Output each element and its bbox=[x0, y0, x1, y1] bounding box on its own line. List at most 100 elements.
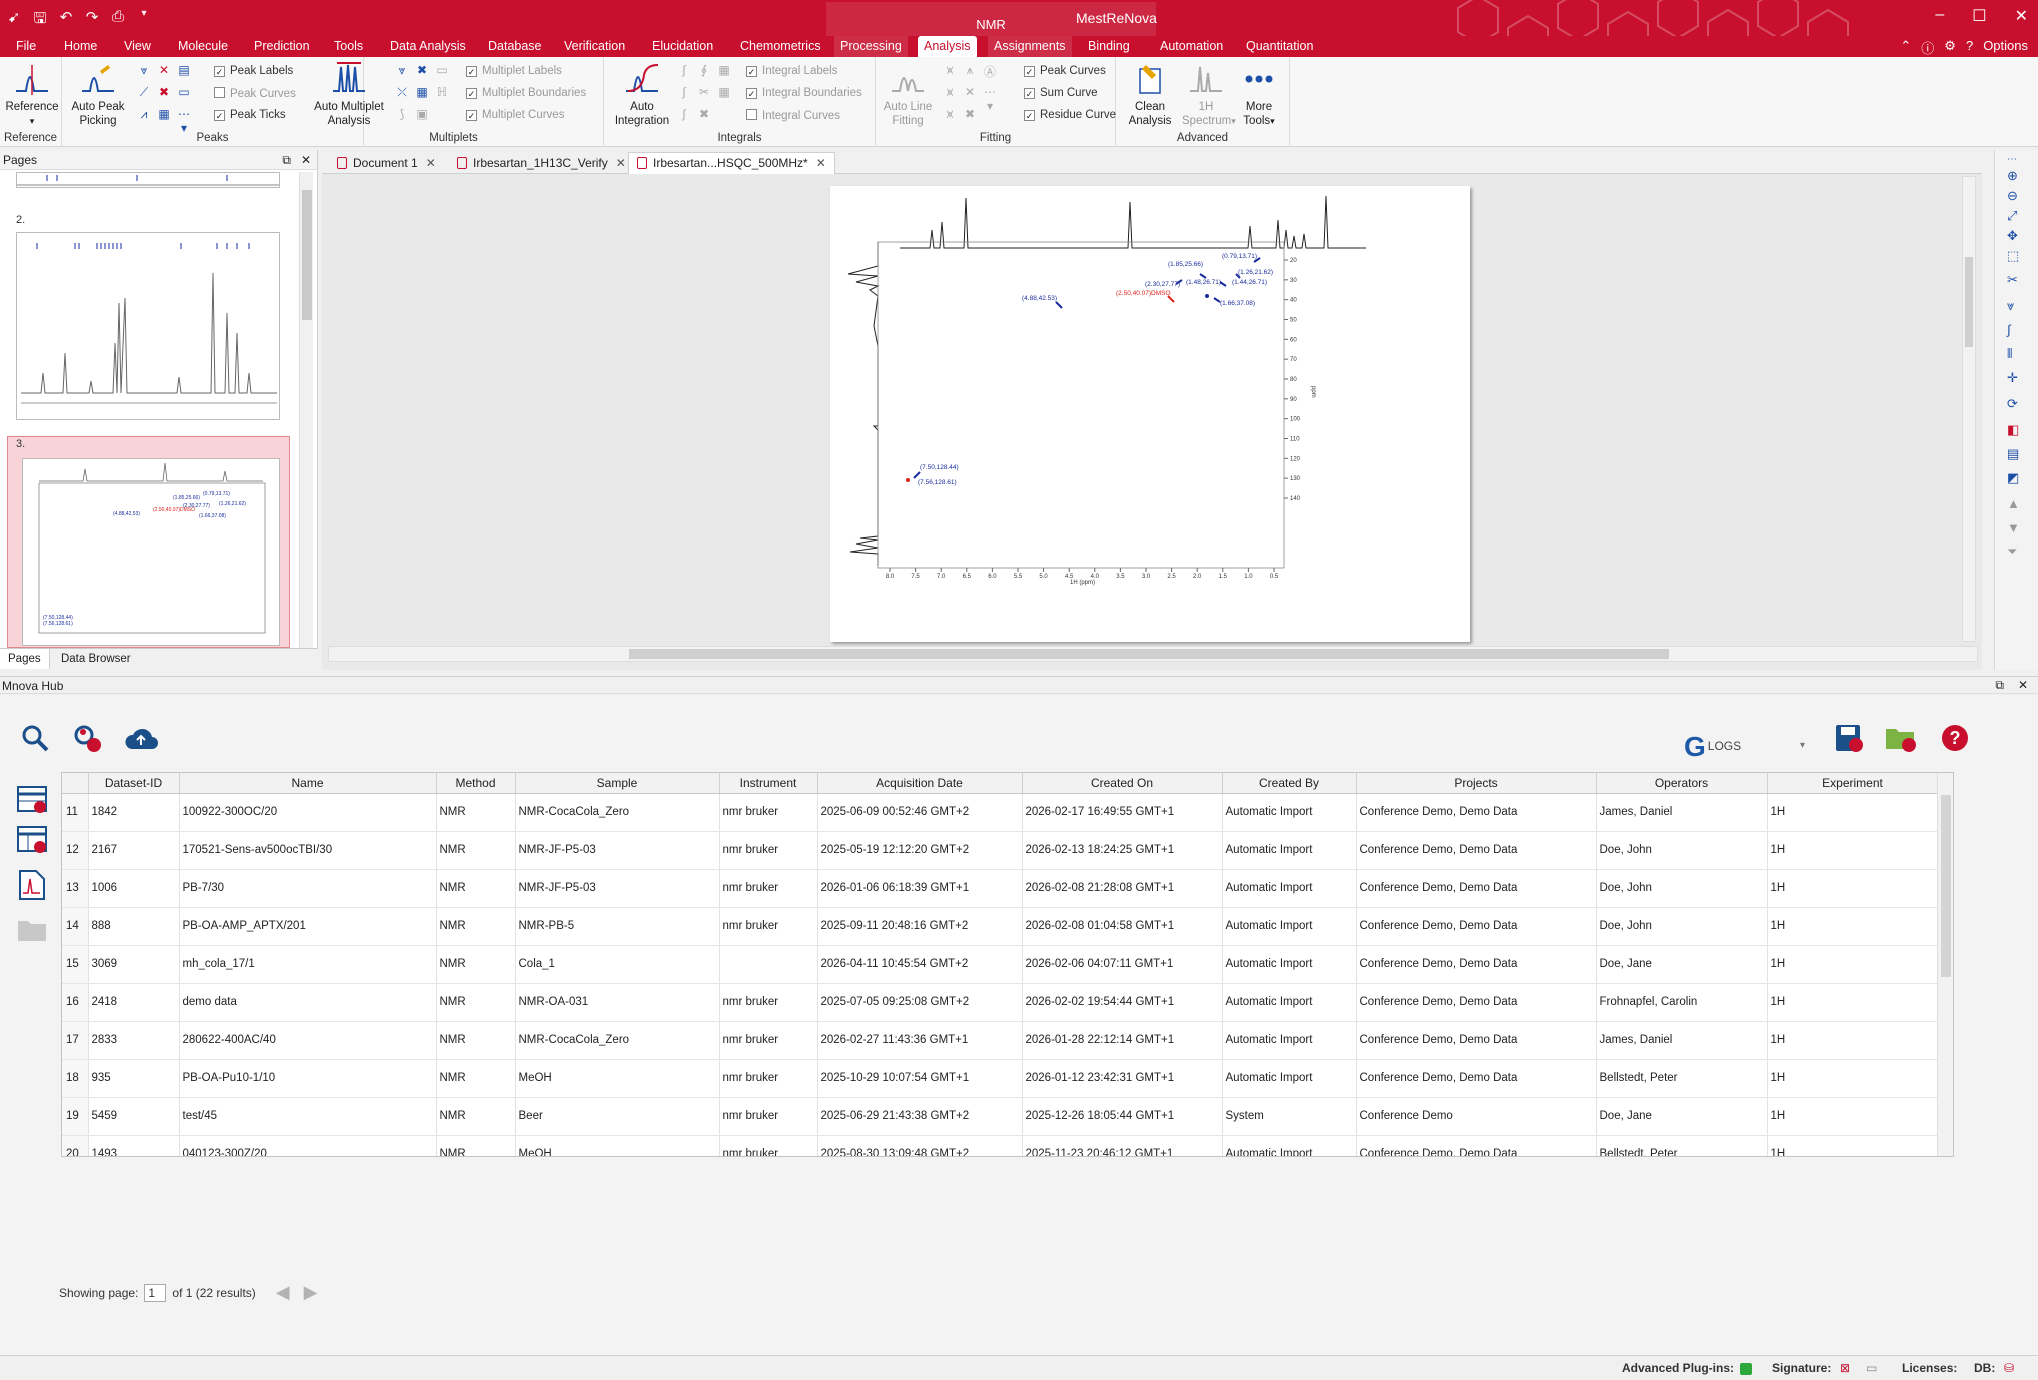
peak-label[interactable]: (7.50,128.44) bbox=[920, 464, 959, 471]
close-tab-icon[interactable]: ✕ bbox=[426, 156, 436, 170]
peak-type-icon[interactable]: ⩘ bbox=[134, 107, 154, 129]
tab-elucidation[interactable]: Elucidation bbox=[646, 36, 719, 57]
tab-chemometrics[interactable]: Chemometrics bbox=[734, 36, 827, 57]
manual-multiplet-icon[interactable]: ⩔ bbox=[392, 63, 412, 85]
next-page-arrow-icon[interactable]: ▶ bbox=[304, 1282, 318, 1303]
hsqc-spectrum-plot[interactable]: 20 30 40 50 60 70 80 90 100 110 120 130 140 8.0 7.5 7.… bbox=[830, 186, 1470, 642]
previous-page-arrow-icon[interactable]: ◀ bbox=[276, 1282, 290, 1303]
multiplet-table-icon[interactable]: ▦ bbox=[412, 85, 432, 107]
peak-label[interactable]: (4.88,42.53) bbox=[1022, 295, 1057, 302]
peak-list-icon[interactable]: ▭ bbox=[174, 85, 194, 107]
table-row[interactable]: 20 1493 040123-300Z/20 NMR MeOH nmr bruker 202… bbox=[62, 1135, 1939, 1156]
document-vscroll-thumb[interactable] bbox=[1965, 257, 1973, 347]
integral-boundaries-checkbox[interactable]: ✓ Integral Boundaries bbox=[746, 87, 862, 99]
peak-label[interactable]: (0.79,13.71) bbox=[1222, 253, 1257, 260]
save-settings-icon[interactable] bbox=[1832, 721, 1866, 755]
integral-cut-icon[interactable]: ∫ bbox=[674, 85, 694, 107]
integral-table-icon[interactable]: ▦ bbox=[714, 63, 734, 85]
close-tab-icon[interactable]: ✕ bbox=[616, 156, 626, 170]
crosshair-icon[interactable]: ✛ bbox=[2007, 370, 2018, 386]
tab-quantitation[interactable]: Quantitation bbox=[1240, 36, 1319, 57]
tab-home[interactable]: Home bbox=[58, 36, 103, 57]
column-header-projects[interactable]: Projects bbox=[1356, 773, 1597, 794]
peak-tool-icon[interactable]: ⩔ bbox=[2007, 298, 2014, 314]
table-row[interactable]: 14 888 PB-OA-AMP_APTX/201 NMR NMR-PB-5 nmr br… bbox=[62, 907, 1939, 946]
zoom-in-icon[interactable]: ⊕ bbox=[2007, 168, 2018, 184]
document-horizontal-scrollbar[interactable] bbox=[328, 646, 1978, 662]
table-row[interactable]: 19 5459 test/45 NMR Beer nmr bruker 2025-06-29… bbox=[62, 1097, 1939, 1136]
color-icon[interactable]: ◧ bbox=[2007, 422, 2019, 438]
reference-button[interactable]: Reference ▾ bbox=[4, 61, 60, 128]
peak-ticks-checkbox[interactable]: ✓ Peak Ticks bbox=[214, 109, 286, 121]
table-row[interactable]: 13 1006 PB-7/30 NMR NMR-JF-P5-03 nmr bruker 20… bbox=[62, 869, 1939, 908]
up-arrow-icon[interactable]: ▲ bbox=[2007, 496, 2020, 511]
zoom-fit-icon[interactable]: ⤢ bbox=[2007, 208, 2017, 224]
logs-button[interactable]: G LOGS ▾ bbox=[1684, 731, 1805, 763]
column-header-acquisition-date[interactable]: Acquisition Date bbox=[817, 773, 1023, 794]
fit-tool1-icon[interactable]: ⩙ bbox=[940, 63, 960, 85]
cross-peak[interactable] bbox=[913, 471, 921, 479]
tab-data-browser[interactable]: Data Browser bbox=[53, 649, 139, 669]
peak-label[interactable]: (1.66,37.08) bbox=[1220, 300, 1255, 307]
tab-analysis[interactable]: Analysis bbox=[918, 36, 977, 57]
column-header-index[interactable] bbox=[62, 773, 89, 794]
phase-icon[interactable]: ⟳ bbox=[2007, 396, 2018, 412]
zoom-out-icon[interactable]: ⊖ bbox=[2007, 188, 2018, 204]
manual-peak-icon[interactable]: ⩔ bbox=[134, 63, 154, 85]
auto-multiplet-analysis-button[interactable]: Auto Multiplet Analysis bbox=[314, 61, 384, 128]
tab-data-analysis[interactable]: Data Analysis bbox=[384, 36, 472, 57]
advanced-search-icon[interactable] bbox=[72, 723, 104, 755]
settings-gear-icon[interactable]: ⚙ bbox=[1944, 38, 1956, 57]
table-row[interactable]: 16 2418 demo data NMR NMR-OA-031 nmr bruker 20… bbox=[62, 983, 1939, 1022]
pages-scrollbar-thumb[interactable] bbox=[302, 190, 312, 320]
peak-grid-icon[interactable]: ▦ bbox=[154, 107, 174, 129]
auto-line-fitting-button[interactable]: Auto Line Fitting bbox=[880, 61, 936, 128]
close-tab-icon[interactable]: ✕ bbox=[816, 156, 826, 170]
cloud-upload-icon[interactable] bbox=[124, 725, 158, 753]
down-arrow-icon[interactable]: ▼ bbox=[2007, 520, 2020, 535]
fit-tool4-icon[interactable]: ⩙ bbox=[940, 85, 960, 107]
peak-table-icon[interactable]: ▤ bbox=[174, 63, 194, 85]
peak-label[interactable]: (1.85,25.66) bbox=[1168, 261, 1203, 268]
toolbar-more-icon[interactable]: ⋯ bbox=[2007, 154, 2017, 165]
fitting-peak-curves-checkbox[interactable]: ✓ Peak Curves bbox=[1024, 65, 1106, 77]
page-thumbnail-2[interactable] bbox=[16, 232, 280, 420]
column-header-created-by[interactable]: Created By bbox=[1222, 773, 1357, 794]
cut-icon[interactable]: ✂ bbox=[2007, 272, 2018, 288]
collapse-ribbon-icon[interactable]: ⌃ bbox=[1900, 38, 1911, 57]
close-button[interactable]: ✕ bbox=[2015, 6, 2028, 26]
column-header-sample[interactable]: Sample bbox=[515, 773, 720, 794]
fitting-residue-curve-checkbox[interactable]: ✓ Residue Curve bbox=[1024, 109, 1116, 121]
peak-more-icon[interactable]: ⋯ ▾ bbox=[174, 107, 194, 135]
tab-file[interactable]: File bbox=[10, 36, 42, 57]
tab-pages[interactable]: Pages bbox=[0, 649, 50, 669]
multiplet-boundaries-checkbox[interactable]: ✓ Multiplet Boundaries bbox=[466, 87, 586, 99]
column-header-experiment[interactable]: Experiment bbox=[1767, 773, 1939, 794]
multiplet-edit-icon[interactable]: ⤫ bbox=[392, 85, 412, 107]
fit-delete-icon[interactable]: ✖ bbox=[960, 107, 980, 129]
table-settings-icon[interactable] bbox=[16, 825, 48, 855]
peak-labels-checkbox[interactable]: ✓ Peak Labels bbox=[214, 65, 293, 77]
multiplet-hh-icon[interactable]: ℍ bbox=[432, 85, 452, 107]
stack-icon[interactable]: ▤ bbox=[2007, 446, 2019, 462]
cross-peak[interactable] bbox=[1199, 273, 1207, 279]
tab-view[interactable]: View bbox=[118, 36, 157, 57]
table-row[interactable]: 17 2833 280622-400AC/40 NMR NMR-CocaCola_Zer… bbox=[62, 1021, 1939, 1060]
folder-settings-icon[interactable] bbox=[1884, 721, 1920, 755]
table-row[interactable]: 11 1842 100922-300OC/20 NMR NMR-CocaCola_Zer… bbox=[62, 793, 1939, 832]
select-icon[interactable]: ⬚ bbox=[2007, 248, 2019, 264]
multiplet-labels-checkbox[interactable]: ✓ Multiplet Labels bbox=[466, 65, 562, 77]
close-panel-icon[interactable]: ✕ bbox=[301, 150, 311, 170]
tab-assignments[interactable]: Assignments bbox=[988, 36, 1072, 57]
close-hub-icon[interactable]: ✕ bbox=[2018, 678, 2028, 693]
integral-labels-checkbox[interactable]: ✓ Integral Labels bbox=[746, 65, 837, 77]
fit-tool5-icon[interactable]: ✕ bbox=[960, 85, 980, 107]
tab-processing[interactable]: Processing bbox=[834, 36, 908, 57]
minimize-button[interactable]: – bbox=[1935, 6, 1944, 26]
column-header-operators[interactable]: Operators bbox=[1596, 773, 1768, 794]
tab-tools[interactable]: Tools bbox=[328, 36, 369, 57]
save-icon[interactable]: 🖫 bbox=[32, 8, 48, 33]
clean-analysis-button[interactable]: Clean Analysis bbox=[1126, 61, 1174, 128]
column-header-method[interactable]: Method bbox=[436, 773, 516, 794]
db-status-icon[interactable]: ⛁ bbox=[2004, 1361, 2014, 1375]
